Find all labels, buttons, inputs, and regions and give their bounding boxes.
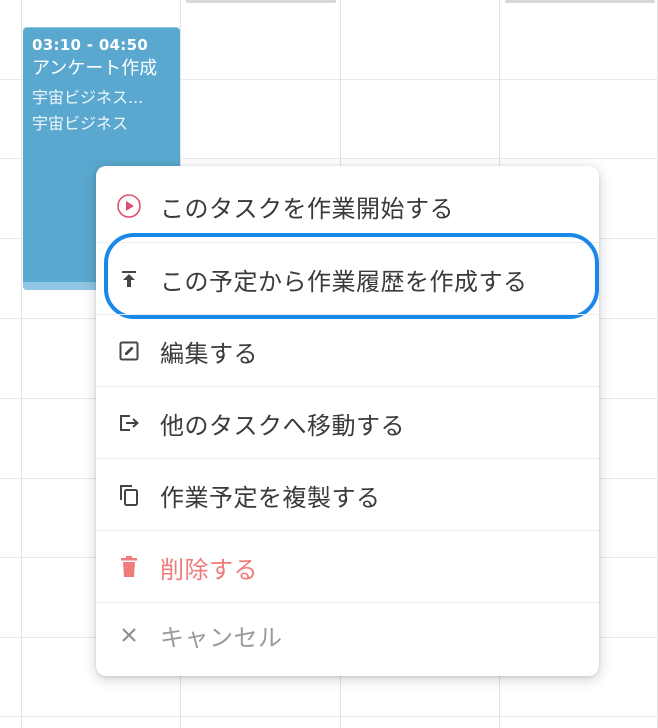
edit-icon: [116, 338, 142, 364]
upload-icon: [116, 266, 142, 292]
create-work-history-item[interactable]: この予定から作業履歴を作成する: [96, 233, 599, 319]
duplicate-item[interactable]: 作業予定を複製する: [96, 459, 599, 531]
cancel-item[interactable]: キャンセル: [96, 599, 599, 671]
menu-label: このタスクを作業開始する: [160, 194, 454, 223]
event-stub[interactable]: [505, 0, 655, 3]
close-icon: [116, 622, 142, 648]
copy-icon: [116, 482, 142, 508]
edit-item[interactable]: 編集する: [96, 315, 599, 387]
event-project: 宇宙ビジネス: [32, 114, 129, 133]
trash-icon: [116, 554, 142, 580]
menu-label: 作業予定を複製する: [160, 483, 381, 512]
menu-label: この予定から作業履歴を作成する: [160, 267, 528, 296]
grid-line: [21, 0, 22, 728]
start-task-item[interactable]: このタスクを作業開始する: [96, 170, 599, 242]
move-task-item[interactable]: 他のタスクへ移動する: [96, 387, 599, 459]
context-menu: このタスクを作業開始する この予定から作業履歴を作成する 編集する 他のタスクへ…: [96, 166, 599, 676]
menu-label: 削除する: [160, 555, 258, 584]
menu-label: 編集する: [160, 339, 258, 368]
play-circle-icon: [116, 193, 142, 219]
menu-label: キャンセル: [160, 623, 283, 652]
event-project: 宇宙ビジネス...: [32, 88, 144, 107]
event-stub[interactable]: [186, 0, 336, 3]
menu-label: 他のタスクへ移動する: [160, 411, 405, 440]
event-time: 03:10 - 04:50: [32, 36, 149, 54]
delete-item[interactable]: 削除する: [96, 531, 599, 603]
grid-line: [0, 716, 658, 717]
move-out-icon: [116, 410, 142, 436]
event-title: アンケート作成: [32, 58, 158, 79]
